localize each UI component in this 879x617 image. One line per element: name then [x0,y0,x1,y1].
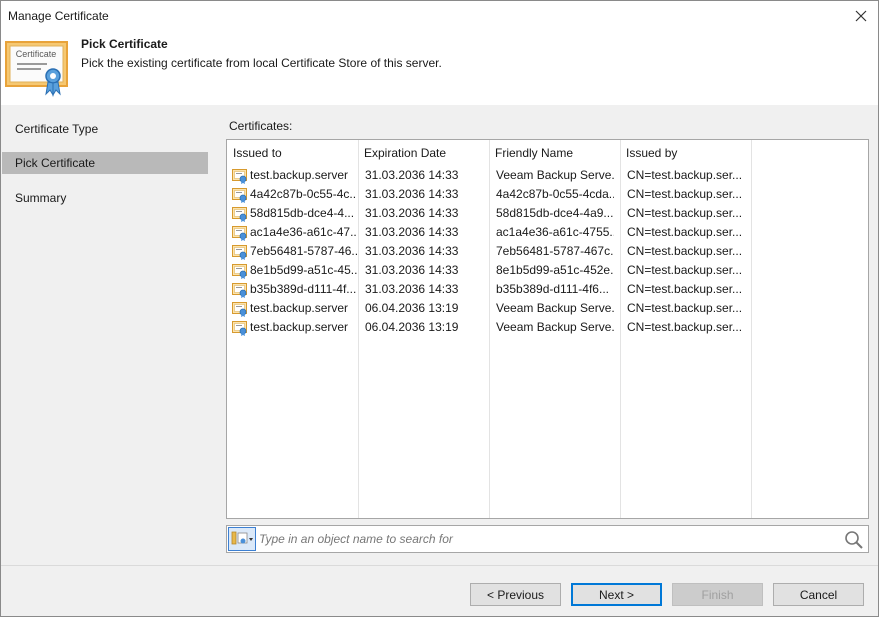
column-header-friendly-name[interactable]: Friendly Name [489,140,620,166]
table-cell: ac1a4e36-a61c-47... [250,225,357,239]
table-cell: CN=test.backup.ser... [627,282,743,296]
certificate-icon [232,169,247,184]
table-cell: test.backup.server [250,168,349,182]
search-filter-button[interactable] [228,527,256,551]
certificates-label: Certificates: [229,119,293,133]
manage-certificate-window: Manage Certificate Certificate Pick Cert… [0,0,879,617]
table-cell: CN=test.backup.ser... [627,225,743,239]
table-cell: b35b389d-d111-4f6... [496,282,609,296]
table-row[interactable]: b35b389d-d111-4f... 31.03.2036 14:33 b35b3… [227,280,868,299]
certificate-icon [232,245,247,260]
table-cell: 31.03.2036 14:33 [365,187,459,201]
sidebar-item-pick-certificate[interactable]: Pick Certificate [2,152,208,174]
table-cell: Veeam Backup Serve... [496,320,614,334]
page-description: Pick the existing certificate from local… [81,56,442,70]
table-cell: 8e1b5d99-a51c-452e... [496,263,614,277]
certificate-icon [232,207,247,222]
table-cell: test.backup.server [250,301,349,315]
table-cell: test.backup.server [250,320,349,334]
search-bar [226,525,869,553]
previous-button[interactable]: < Previous [470,583,561,606]
table-cell: 8e1b5d99-a51c-45... [250,263,357,277]
table-cell: ac1a4e36-a61c-4755... [496,225,614,239]
column-header-expiration-date[interactable]: Expiration Date [358,140,489,166]
table-row[interactable]: ac1a4e36-a61c-47... 31.03.2036 14:33 ac1a4… [227,223,868,242]
table-cell: 31.03.2036 14:33 [365,244,459,258]
table-cell: CN=test.backup.ser... [627,320,743,334]
sidebar-item-certificate-type[interactable]: Certificate Type [2,118,208,140]
cancel-button[interactable]: Cancel [773,583,864,606]
table-row[interactable]: test.backup.server 06.04.2036 13:19 Veeam … [227,299,868,318]
column-header-issued-to[interactable]: Issued to [227,140,358,166]
certificate-icon [232,226,247,241]
table-cell: CN=test.backup.ser... [627,187,743,201]
table-cell: 58d815db-dce4-4... [250,206,355,220]
table-cell: CN=test.backup.ser... [627,168,743,182]
table-row[interactable]: 58d815db-dce4-4... 31.03.2036 14:33 58d815… [227,204,868,223]
page-title: Pick Certificate [81,37,168,51]
next-button[interactable]: Next > [571,583,662,606]
table-cell: 4a42c87b-0c55-4c... [250,187,357,201]
column-header-issued-by[interactable]: Issued by [620,140,751,166]
table-cell: 7eb56481-5787-467c... [496,244,614,258]
wizard-header: Certificate Pick Certificate Pick the ex… [1,31,878,105]
table-row[interactable]: test.backup.server 31.03.2036 14:33 Veeam … [227,166,868,185]
table-cell: Veeam Backup Serve... [496,301,614,315]
table-cell: 31.03.2036 14:33 [365,225,459,239]
certificate-icon [232,302,247,317]
certificate-icon: Certificate [5,41,68,97]
sidebar-item-summary[interactable]: Summary [2,187,208,209]
table-row[interactable]: 8e1b5d99-a51c-45... 31.03.2036 14:33 8e1b5… [227,261,868,280]
table-cell: 31.03.2036 14:33 [365,168,459,182]
table-row[interactable]: 7eb56481-5787-46... 31.03.2036 14:33 7eb56… [227,242,868,261]
table-cell: 31.03.2036 14:33 [365,206,459,220]
table-cell: 06.04.2036 13:19 [365,301,459,315]
table-cell: 7eb56481-5787-46... [250,244,357,258]
filter-certificate-icon [231,531,253,545]
close-icon [855,10,867,22]
table-cell: Veeam Backup Serve... [496,168,614,182]
table-cell: CN=test.backup.ser... [627,206,743,220]
table-cell: 06.04.2036 13:19 [365,320,459,334]
table-cell: 58d815db-dce4-4a9... [496,206,614,220]
main-panel: Certificates: Issued to Expiration Date … [209,105,878,565]
main-content: Certificates: Issued to Expiration Date … [211,105,878,565]
certificate-icon-label: Certificate [16,49,57,59]
table-row[interactable]: test.backup.server 06.04.2036 13:19 Veeam … [227,318,868,337]
certificate-icon [232,188,247,203]
search-input[interactable] [259,528,839,550]
table-row[interactable]: 4a42c87b-0c55-4c... 31.03.2036 14:33 4a42c… [227,185,868,204]
close-button[interactable] [850,5,872,27]
table-cell: 31.03.2036 14:33 [365,282,459,296]
table-cell: 31.03.2036 14:33 [365,263,459,277]
window-title: Manage Certificate [8,9,109,23]
certificates-list[interactable]: Issued to Expiration Date Friendly Name … [226,139,869,519]
certificate-icon [232,283,247,298]
table-cell: CN=test.backup.ser... [627,301,743,315]
table-cell: CN=test.backup.ser... [627,244,743,258]
table-cell: 4a42c87b-0c55-4cda... [496,187,614,201]
search-icon[interactable] [844,530,864,550]
wizard-footer: < Previous Next > Finish Cancel [1,565,878,616]
certificate-icon [232,264,247,279]
title-bar: Manage Certificate [1,1,878,31]
certificate-icon [232,321,247,336]
wizard-steps-sidebar: Certificate Type Pick Certificate Summar… [1,105,209,565]
finish-button: Finish [672,583,763,606]
table-cell: CN=test.backup.ser... [627,263,743,277]
table-cell: b35b389d-d111-4f... [250,282,357,296]
